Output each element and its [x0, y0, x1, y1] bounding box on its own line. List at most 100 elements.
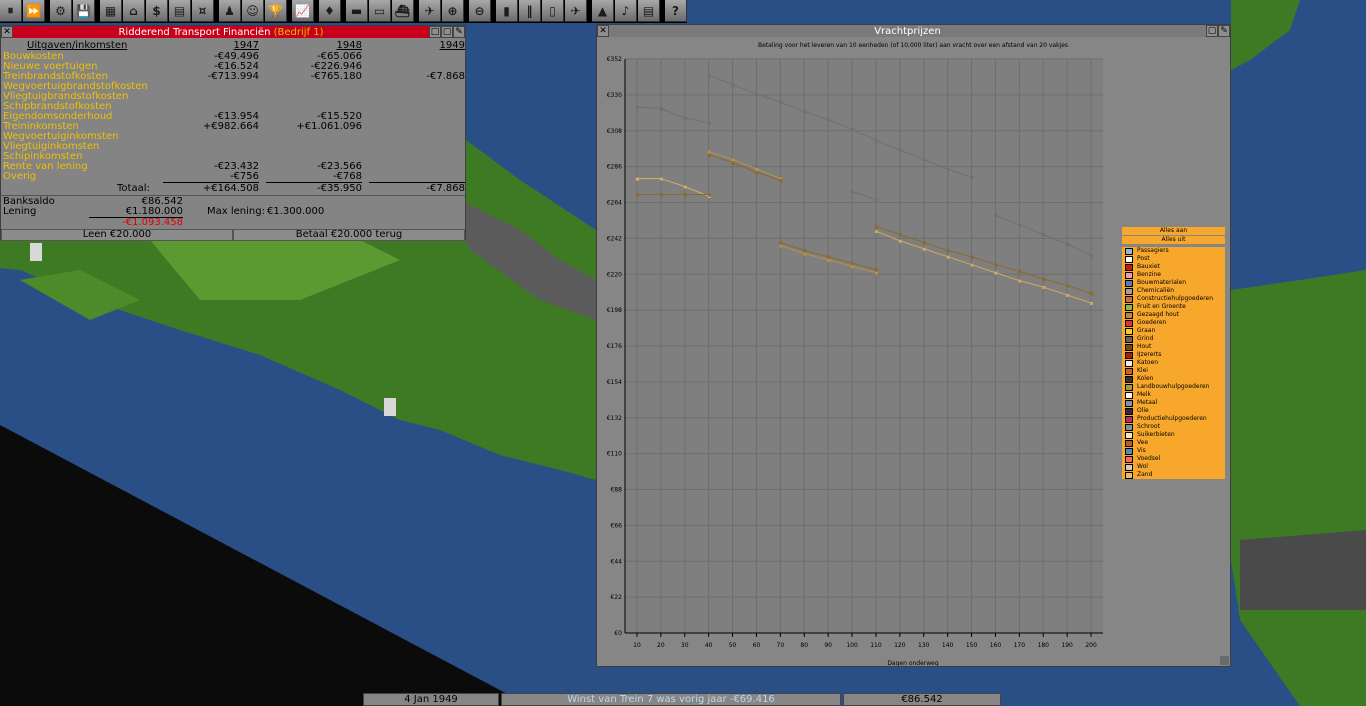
subsidy-icon[interactable]: $ [146, 0, 168, 22]
aircraft-icon[interactable]: ✈ [419, 0, 441, 22]
league-icon[interactable]: 🏆 [265, 0, 287, 22]
data-point [1042, 286, 1046, 290]
data-point [851, 190, 855, 194]
status-news[interactable]: Winst van Trein 7 was vorig jaar -€69.41… [501, 693, 841, 706]
pin-icon[interactable]: ✎ [453, 26, 465, 38]
x-tick-label: 150 [966, 642, 978, 649]
legend-item[interactable]: Katoen [1122, 359, 1225, 367]
data-point [731, 161, 735, 165]
town-icon[interactable]: ⌂ [123, 0, 145, 22]
legend-item[interactable]: Graan [1122, 327, 1225, 335]
landscape-icon[interactable]: ▲ [592, 0, 614, 22]
news-icon[interactable]: ▤ [638, 0, 660, 22]
legend-item[interactable]: Passagiers [1122, 247, 1225, 255]
legend-label: Kolen [1137, 375, 1154, 382]
x-tick-label: 10 [633, 642, 641, 649]
legend-item[interactable]: Productiehulpgoederen [1122, 415, 1225, 423]
data-point [946, 255, 950, 259]
ship-icon[interactable]: ⛴ [392, 0, 414, 22]
water-build-icon[interactable]: ▯ [542, 0, 564, 22]
x-axis-label: Dagen onderweg [887, 660, 939, 666]
data-point [659, 177, 663, 181]
data-point [1090, 254, 1094, 258]
toolbar-separator [342, 0, 345, 23]
legend-label: Passagiers [1137, 247, 1169, 254]
finance-titlebar[interactable]: ✕ Ridderend Transport Financiën (Bedrijf… [1, 26, 465, 38]
help-icon[interactable]: ? [665, 0, 687, 22]
graph-icon[interactable]: 📈 [292, 0, 314, 22]
road-build-icon[interactable]: ‖ [519, 0, 541, 22]
legend-item[interactable]: Wol [1122, 463, 1225, 471]
x-tick-label: 170 [1014, 642, 1026, 649]
data-point [1066, 293, 1070, 297]
story-icon[interactable]: ☺ [242, 0, 264, 22]
legend-item[interactable]: Voedsel [1122, 455, 1225, 463]
zoom-out-icon[interactable]: ⊖ [469, 0, 491, 22]
music-icon[interactable]: ♪ [615, 0, 637, 22]
data-point [1018, 279, 1022, 283]
data-point [803, 252, 807, 256]
legend-item[interactable]: Benzine [1122, 271, 1225, 279]
x-tick-label: 60 [753, 642, 761, 649]
resize-icon[interactable] [1220, 656, 1229, 665]
legend-item[interactable]: Vee [1122, 439, 1225, 447]
legend-item[interactable]: Hout [1122, 343, 1225, 351]
legend-item[interactable]: Kolen [1122, 375, 1225, 383]
y-tick-label: €330 [607, 92, 622, 99]
train-icon[interactable]: ▬ [346, 0, 368, 22]
y-tick-label: €66 [611, 522, 623, 529]
close-icon[interactable]: ✕ [1, 26, 13, 38]
year-header: 1948 [336, 40, 362, 51]
all-on-button[interactable]: Alles aan [1122, 227, 1225, 235]
legend-item[interactable]: Suikerbieten [1122, 431, 1225, 439]
legend-item[interactable]: Gezaagd hout [1122, 311, 1225, 319]
legend-swatch [1125, 464, 1133, 471]
legend-item[interactable]: Chemicaliën [1122, 287, 1225, 295]
y-tick-label: €242 [607, 235, 622, 242]
railway-build-icon[interactable]: ▮ [496, 0, 518, 22]
finance-title-text: Ridderend Transport Financiën [118, 26, 271, 38]
legend-label: Hout [1137, 343, 1152, 350]
legend-item[interactable]: Metaal [1122, 399, 1225, 407]
legend-item[interactable]: Melk [1122, 391, 1225, 399]
data-point [779, 101, 783, 105]
legend-item[interactable]: Goederen [1122, 319, 1225, 327]
pause-icon[interactable]: ⏸ [0, 0, 22, 22]
road-vehicle-icon[interactable]: ▭ [369, 0, 391, 22]
legend-item[interactable]: Klei [1122, 367, 1225, 375]
legend-item[interactable]: Fruit en Groente [1122, 303, 1225, 311]
legend-item[interactable]: Schroot [1122, 423, 1225, 431]
chart-subtitle: Betaling voor het leveren van 10 eenhede… [758, 42, 1068, 49]
legend-item[interactable]: Vis [1122, 447, 1225, 455]
loan-value: €1.180.000 [125, 206, 183, 217]
industry-icon[interactable]: ♦ [319, 0, 341, 22]
shade-icon[interactable]: ▢ [441, 26, 453, 38]
station-icon[interactable]: ▤ [169, 0, 191, 22]
company-icon[interactable]: ♟ [219, 0, 241, 22]
legend-item[interactable]: IJzererts [1122, 351, 1225, 359]
repay-button[interactable]: Betaal €20.000 terug [233, 229, 465, 241]
map-icon[interactable]: ▦ [100, 0, 122, 22]
legend-swatch [1125, 320, 1133, 327]
airport-build-icon[interactable]: ✈ [565, 0, 587, 22]
data-point [827, 255, 831, 259]
collapse-icon[interactable]: □ [429, 26, 441, 38]
data-point [755, 168, 759, 172]
legend-item[interactable]: Bauxiet [1122, 263, 1225, 271]
legend-item[interactable]: Zand [1122, 471, 1225, 479]
legend-item[interactable]: Post [1122, 255, 1225, 263]
legend-item[interactable]: Bouwmaterialen [1122, 279, 1225, 287]
zoom-in-icon[interactable]: ⊕ [442, 0, 464, 22]
save-icon[interactable]: 💾 [73, 0, 95, 22]
legend-label: Productiehulpgoederen [1137, 415, 1207, 422]
legend-item[interactable]: Landbouwhulpgoederen [1122, 383, 1225, 391]
borrow-button[interactable]: Leen €20.000 [1, 229, 233, 241]
legend-item[interactable]: Constructiehulpgoederen [1122, 295, 1225, 303]
legend-item[interactable]: Olie [1122, 407, 1225, 415]
all-off-button[interactable]: Alles uit [1122, 236, 1225, 244]
finance-icon[interactable]: ¤ [192, 0, 214, 22]
fast-forward-icon[interactable]: ⏩ [23, 0, 45, 22]
settings-icon[interactable]: ⚙ [50, 0, 72, 22]
data-point [1042, 278, 1046, 282]
legend-item[interactable]: Grind [1122, 335, 1225, 343]
